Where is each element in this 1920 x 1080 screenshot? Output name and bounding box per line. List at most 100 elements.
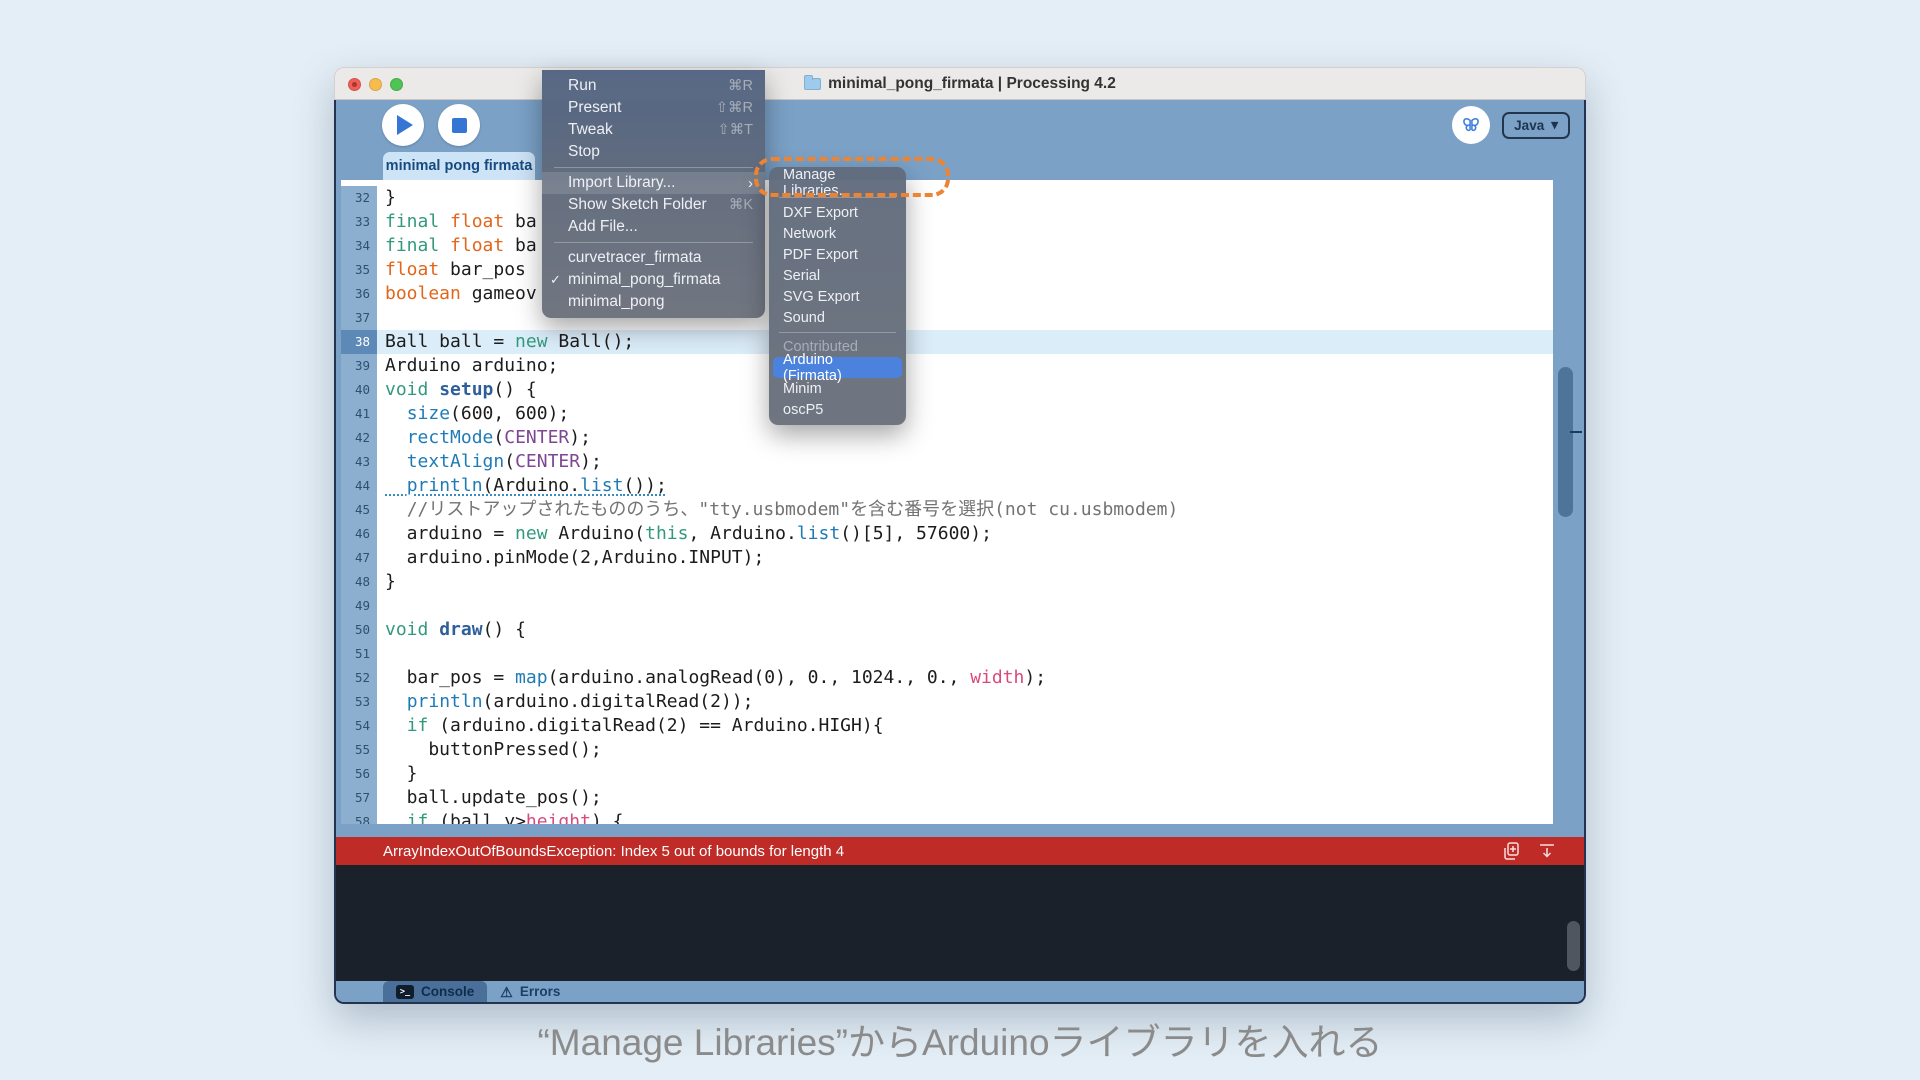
code-line-35[interactable]: 35float bar_pos bbox=[341, 258, 1553, 282]
tab-minimal-pong-firmata[interactable]: minimal pong firmata bbox=[383, 152, 535, 180]
code-line-47[interactable]: 47 arduino.pinMode(2,Arduino.INPUT); bbox=[341, 546, 1553, 570]
zoom-button[interactable] bbox=[390, 78, 403, 91]
menu-item-import-library[interactable]: Import Library...› bbox=[542, 172, 765, 194]
menu-item-present[interactable]: Present⇧⌘R bbox=[542, 97, 765, 119]
code-line-39[interactable]: 39Arduino arduino; bbox=[341, 354, 1553, 378]
editor-scrollbar[interactable] bbox=[1553, 180, 1584, 824]
menu-item-label: curvetracer_firmata bbox=[568, 249, 702, 267]
menu-item-run[interactable]: Run⌘R bbox=[542, 75, 765, 97]
submenu-item-svg-export[interactable]: SVG Export bbox=[773, 286, 902, 307]
menu-item-label: Tweak bbox=[568, 121, 613, 139]
code-text: } bbox=[377, 570, 1553, 594]
menu-item-add-file[interactable]: Add File... bbox=[542, 216, 765, 238]
caption-text: “Manage Libraries”からArduinoライブラリを入れる bbox=[0, 1012, 1920, 1066]
code-line-41[interactable]: 41 size(600, 600); bbox=[341, 402, 1553, 426]
menu-item-label: Import Library... bbox=[568, 174, 675, 192]
code-line-36[interactable]: 36boolean gameov bbox=[341, 282, 1553, 306]
menu-item-show-sketch-folder[interactable]: Show Sketch Folder⌘K bbox=[542, 194, 765, 216]
submenu-item-pdf-export[interactable]: PDF Export bbox=[773, 244, 902, 265]
line-number: 40 bbox=[341, 378, 377, 402]
line-number: 43 bbox=[341, 450, 377, 474]
editor-scrollbar-thumb[interactable] bbox=[1558, 367, 1573, 517]
code-line-55[interactable]: 55 buttonPressed(); bbox=[341, 738, 1553, 762]
copy-console-icon[interactable] bbox=[1500, 840, 1522, 862]
menu-item-minimal-pong-firmata[interactable]: ✓minimal_pong_firmata bbox=[542, 269, 765, 291]
code-text bbox=[377, 642, 1553, 666]
code-line-48[interactable]: 48} bbox=[341, 570, 1553, 594]
play-icon bbox=[397, 115, 413, 135]
line-number: 44 bbox=[341, 474, 377, 498]
line-number: 53 bbox=[341, 690, 377, 714]
code-area[interactable]: 32}33final float ba34final float ba35flo… bbox=[341, 180, 1553, 824]
tab-label: minimal pong firmata bbox=[386, 158, 533, 174]
code-line-43[interactable]: 43 textAlign(CENTER); bbox=[341, 450, 1553, 474]
code-line-49[interactable]: 49 bbox=[341, 594, 1553, 618]
code-line-54[interactable]: 54 if (arduino.digitalRead(2) == Arduino… bbox=[341, 714, 1553, 738]
run-button[interactable] bbox=[382, 104, 424, 146]
code-line-37[interactable]: 37 bbox=[341, 306, 1553, 330]
error-message: ArrayIndexOutOfBoundsException: Index 5 … bbox=[383, 843, 844, 860]
submenu-item-network[interactable]: Network bbox=[773, 223, 902, 244]
line-number: 41 bbox=[341, 402, 377, 426]
code-line-34[interactable]: 34final float ba bbox=[341, 234, 1553, 258]
submenu-item-serial[interactable]: Serial bbox=[773, 265, 902, 286]
menu-item-label: Run bbox=[568, 77, 596, 95]
line-number: 37 bbox=[341, 306, 377, 330]
submenu-item-dxf-export[interactable]: DXF Export bbox=[773, 202, 902, 223]
line-number: 38 bbox=[341, 330, 377, 354]
menu-separator bbox=[554, 242, 753, 243]
submenu-item-oscp5[interactable]: oscP5 bbox=[773, 399, 902, 420]
menu-item-stop[interactable]: Stop bbox=[542, 141, 765, 163]
tab-errors[interactable]: ⚠ Errors bbox=[487, 981, 573, 1002]
code-line-53[interactable]: 53 println(arduino.digitalRead(2)); bbox=[341, 690, 1553, 714]
collapse-console-icon[interactable] bbox=[1536, 840, 1558, 862]
tab-console[interactable]: >_ Console bbox=[383, 981, 487, 1002]
code-line-46[interactable]: 46 arduino = new Arduino(this, Arduino.l… bbox=[341, 522, 1553, 546]
checkmark-icon: ✓ bbox=[550, 272, 561, 288]
butterfly-debug-icon bbox=[1460, 114, 1482, 136]
code-line-32[interactable]: 32} bbox=[341, 186, 1553, 210]
code-text: println(arduino.digitalRead(2)); bbox=[377, 690, 1553, 714]
code-line-44[interactable]: 44 println(Arduino.list()); bbox=[341, 474, 1553, 498]
mode-selector[interactable]: Java ▾ bbox=[1502, 112, 1570, 139]
code-line-50[interactable]: 50void draw() { bbox=[341, 618, 1553, 642]
submenu-item-sound[interactable]: Sound bbox=[773, 307, 902, 328]
stop-button[interactable] bbox=[438, 104, 480, 146]
menu-item-curvetracer-firmata[interactable]: curvetracer_firmata bbox=[542, 247, 765, 269]
code-line-58[interactable]: 58 if (ball.y>height) { bbox=[341, 810, 1553, 824]
code-line-45[interactable]: 45 //リストアップされたもののうち、"tty.usbmodem"を含む番号を… bbox=[341, 498, 1553, 522]
code-text: Ball ball = new Ball(); bbox=[377, 330, 1553, 354]
line-number: 34 bbox=[341, 234, 377, 258]
annotation-dashed-highlight bbox=[754, 157, 950, 197]
menu-item-label: minimal_pong bbox=[568, 293, 665, 311]
scrollbar-line-marker bbox=[1570, 431, 1582, 433]
code-text: void draw() { bbox=[377, 618, 1553, 642]
debug-button[interactable] bbox=[1452, 106, 1490, 144]
import-library-submenu: Manage Libraries...DXF ExportNetworkPDF … bbox=[769, 167, 906, 425]
code-line-38[interactable]: 38Ball ball = new Ball(); bbox=[341, 330, 1553, 354]
code-text: arduino.pinMode(2,Arduino.INPUT); bbox=[377, 546, 1553, 570]
menu-item-tweak[interactable]: Tweak⇧⌘T bbox=[542, 119, 765, 141]
line-number: 32 bbox=[341, 186, 377, 210]
code-line-51[interactable]: 51 bbox=[341, 642, 1553, 666]
menu-item-minimal-pong[interactable]: minimal_pong bbox=[542, 291, 765, 313]
tab-bar: minimal pong firmata bbox=[336, 150, 1584, 180]
code-line-42[interactable]: 42 rectMode(CENTER); bbox=[341, 426, 1553, 450]
code-line-40[interactable]: 40void setup() { bbox=[341, 378, 1553, 402]
submenu-separator bbox=[779, 332, 896, 333]
minimize-button[interactable] bbox=[369, 78, 382, 91]
menu-item-label: Add File... bbox=[568, 218, 638, 236]
code-line-56[interactable]: 56 } bbox=[341, 762, 1553, 786]
code-line-52[interactable]: 52 bar_pos = map(arduino.analogRead(0), … bbox=[341, 666, 1553, 690]
code-text: bar_pos = map(arduino.analogRead(0), 0.,… bbox=[377, 666, 1553, 690]
window-title-group: minimal_pong_firmata | Processing 4.2 bbox=[804, 75, 1116, 93]
submenu-item-arduino-firmata[interactable]: Arduino (Firmata) bbox=[773, 357, 902, 378]
console-output[interactable]: /dev/cu.BLTH /dev/cu.Bluetooth-Incoming-… bbox=[336, 865, 1584, 981]
console-scrollbar-thumb[interactable] bbox=[1567, 921, 1580, 971]
line-number: 46 bbox=[341, 522, 377, 546]
code-line-57[interactable]: 57 ball.update_pos(); bbox=[341, 786, 1553, 810]
app-window: minimal_pong_firmata | Processing 4.2 bbox=[334, 67, 1586, 1004]
close-button[interactable] bbox=[348, 78, 361, 91]
code-line-33[interactable]: 33final float ba bbox=[341, 210, 1553, 234]
menu-item-label: Show Sketch Folder bbox=[568, 196, 707, 214]
